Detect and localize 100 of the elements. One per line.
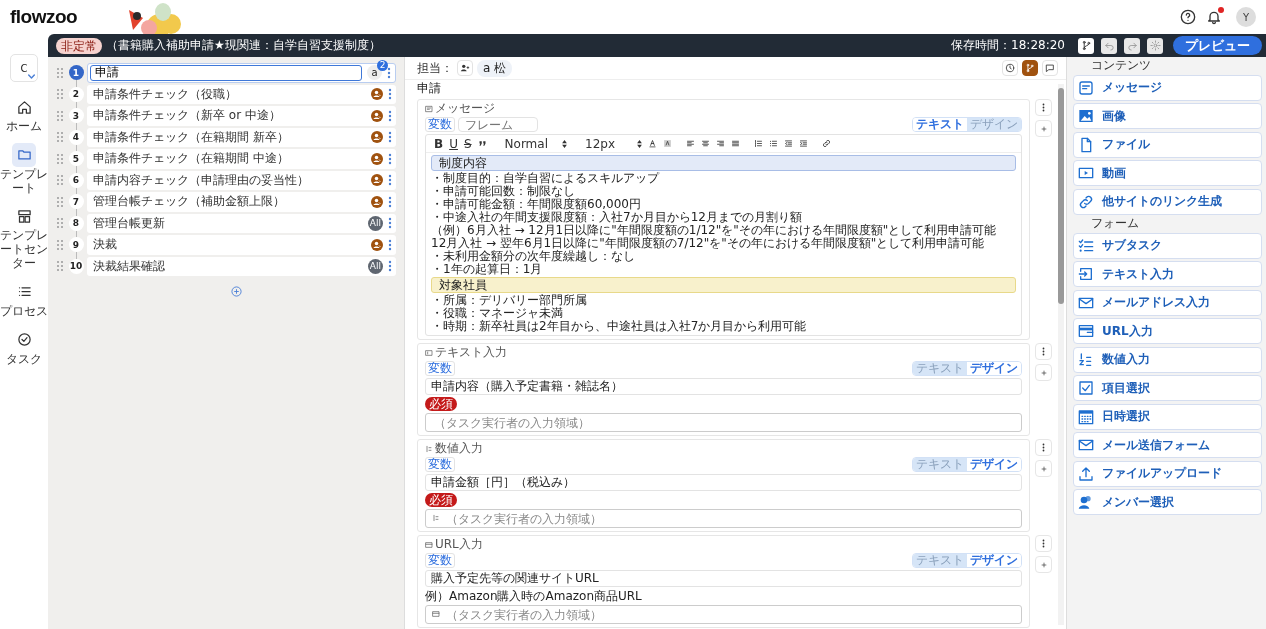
quote-icon[interactable] xyxy=(477,139,487,148)
question-field[interactable]: 購入予定先等の関連サイトURL xyxy=(425,570,1022,587)
outdent-icon[interactable] xyxy=(784,139,793,148)
person-avatar-icon[interactable] xyxy=(371,152,383,165)
mode-tab[interactable]: デザイン xyxy=(967,362,1021,375)
palette-item[interactable]: 日時選択 xyxy=(1073,403,1262,430)
branch-button[interactable] xyxy=(1022,60,1038,76)
bullet-list-icon[interactable] xyxy=(769,139,778,148)
person-avatar-icon[interactable] xyxy=(371,195,383,208)
align-center-icon[interactable] xyxy=(701,139,710,148)
preview-button[interactable]: プレビュー xyxy=(1173,36,1262,55)
palette-item[interactable]: メール送信フォーム xyxy=(1073,432,1262,458)
drag-handle-icon xyxy=(56,217,64,230)
style-select[interactable]: Normal xyxy=(504,136,567,151)
help-icon[interactable] xyxy=(1180,9,1196,25)
assignee-avatar[interactable]: All xyxy=(367,258,383,274)
frame-field[interactable]: フレーム xyxy=(458,117,538,132)
format-button[interactable]: U xyxy=(449,136,458,151)
palette-item[interactable]: サブタスク xyxy=(1073,232,1262,259)
palette-item[interactable]: ファイルアップロード xyxy=(1073,460,1262,487)
format-button[interactable]: B xyxy=(434,136,444,151)
add-assignee-button[interactable] xyxy=(457,60,473,76)
palette-item[interactable]: 数値入力 xyxy=(1073,346,1262,373)
variable-button[interactable]: 変数 xyxy=(425,553,455,568)
more-icon[interactable] xyxy=(388,109,392,122)
more-icon[interactable] xyxy=(388,152,392,165)
align-left-icon[interactable] xyxy=(686,139,695,148)
nav-label[interactable]: テンプレート xyxy=(0,167,48,196)
toolbar-button[interactable] xyxy=(1078,37,1094,54)
more-icon[interactable] xyxy=(387,66,391,79)
calendar-icon xyxy=(1078,408,1094,425)
toolbar-button[interactable] xyxy=(1101,37,1117,54)
palette-item[interactable]: 画像 xyxy=(1073,103,1262,129)
more-icon[interactable] xyxy=(388,238,392,251)
palette-item[interactable]: メンバー選択 xyxy=(1073,489,1262,515)
answer-field[interactable]: （タスク実行者の入力領域） xyxy=(425,509,1022,528)
notification-button[interactable] xyxy=(1206,9,1222,25)
step-title-field[interactable]: 申請 xyxy=(90,64,362,81)
more-icon[interactable] xyxy=(388,88,392,101)
indent-icon[interactable] xyxy=(799,139,808,148)
palette-item[interactable]: メールアドレス入力 xyxy=(1073,289,1262,316)
step-number: 7 xyxy=(68,194,84,210)
palette-item[interactable]: 動画 xyxy=(1073,160,1262,186)
person-avatar-icon[interactable] xyxy=(371,238,383,251)
logo[interactable]: flowzoo xyxy=(10,6,78,28)
drag-handle-icon xyxy=(56,195,64,208)
more-icon[interactable] xyxy=(388,260,392,273)
format-button[interactable]: S xyxy=(463,136,472,151)
variable-button[interactable]: 変数 xyxy=(425,457,455,472)
variable-button[interactable]: 変数 xyxy=(425,361,455,376)
variable-button[interactable]: 変数 xyxy=(425,117,455,132)
palette-item[interactable]: 項目選択 xyxy=(1073,375,1262,401)
nav-label[interactable]: テンプレートセンター xyxy=(0,229,48,271)
mode-tab[interactable]: デザイン xyxy=(967,554,1021,567)
palette-item[interactable]: テキスト入力 xyxy=(1073,261,1262,287)
toolbar-button[interactable] xyxy=(1124,37,1140,54)
answer-field[interactable]: （タスク実行者の入力領域） xyxy=(425,413,1022,432)
answer-field[interactable]: （タスク実行者の入力領域） xyxy=(425,605,1022,624)
section-title: コンテンツ xyxy=(1091,57,1151,74)
scrollbar[interactable] xyxy=(1058,84,1064,625)
person-avatar-icon[interactable] xyxy=(371,131,383,144)
question-field[interactable]: 申請内容（購入予定書籍・雑誌名） xyxy=(425,378,1022,395)
rich-text-editor[interactable] xyxy=(425,134,1022,336)
palette-item[interactable]: メッセージ xyxy=(1073,74,1262,101)
more-icon[interactable] xyxy=(388,174,392,187)
nav-label[interactable]: プロセス xyxy=(0,304,48,319)
more-icon[interactable] xyxy=(388,217,392,230)
justify-icon[interactable] xyxy=(731,139,740,148)
size-select[interactable]: 12px xyxy=(585,136,642,151)
bell-icon xyxy=(1206,9,1222,25)
plus-icon xyxy=(1039,560,1048,569)
comment-button[interactable] xyxy=(1042,60,1058,76)
palette-item[interactable]: URL入力 xyxy=(1073,318,1262,344)
nav-label[interactable]: タスク xyxy=(0,352,48,367)
highlight-icon[interactable] xyxy=(663,139,672,148)
user-avatar[interactable]: Y xyxy=(1236,7,1256,27)
align-right-icon[interactable] xyxy=(716,139,725,148)
history-button[interactable] xyxy=(1002,60,1018,76)
nav-label[interactable]: ホーム xyxy=(0,120,48,134)
person-avatar-icon[interactable] xyxy=(371,88,383,101)
palette-item[interactable]: 他サイトのリンク生成 xyxy=(1073,188,1262,215)
person-avatar-icon[interactable] xyxy=(371,174,383,187)
step-title[interactable]: 管理台帳更新 xyxy=(93,214,363,232)
palette-item[interactable]: ファイル xyxy=(1073,131,1262,158)
ordered-list-icon[interactable] xyxy=(754,139,763,148)
more-icon[interactable] xyxy=(388,131,392,144)
mode-tab[interactable]: デザイン xyxy=(967,458,1021,471)
add-step-icon[interactable] xyxy=(230,286,242,297)
check-circle-icon xyxy=(16,332,32,348)
link-icon[interactable] xyxy=(822,139,831,148)
step-title[interactable]: 決裁結果確認 xyxy=(93,257,363,275)
assignee-chip[interactable]: a 松 xyxy=(477,59,513,77)
image-icon xyxy=(1078,108,1094,124)
question-field[interactable]: 申請金額［円］（税込み） xyxy=(425,474,1022,491)
toolbar-button[interactable] xyxy=(1147,37,1163,54)
text-color-icon[interactable] xyxy=(648,139,657,148)
person-avatar-icon[interactable] xyxy=(371,109,383,122)
assignee-avatar[interactable]: All xyxy=(367,215,383,231)
more-icon[interactable] xyxy=(388,195,392,208)
workspace-switcher[interactable]: C xyxy=(10,54,38,82)
